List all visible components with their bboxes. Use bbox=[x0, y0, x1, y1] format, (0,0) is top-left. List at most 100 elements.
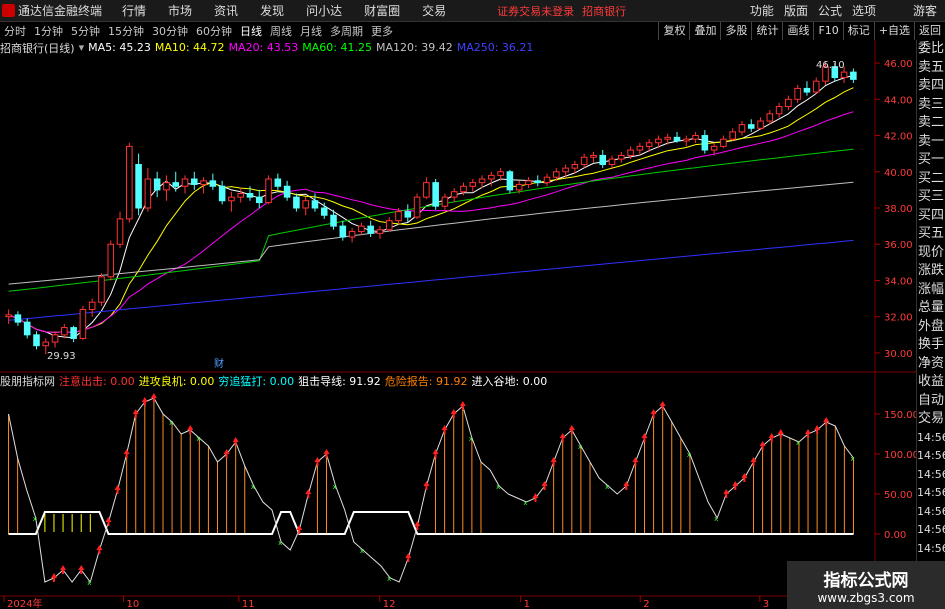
draw-line-button[interactable]: 画线 bbox=[782, 22, 813, 40]
menu-layout[interactable]: 版面 bbox=[784, 2, 808, 19]
attack-arrow-icon bbox=[568, 425, 575, 434]
sidebar-item-17[interactable]: 净资 bbox=[917, 355, 945, 374]
candle-body bbox=[107, 243, 115, 278]
candle-body bbox=[23, 321, 31, 336]
ind-axis-label: 0.00 bbox=[884, 530, 906, 541]
period-weekly[interactable]: 周线 bbox=[270, 23, 292, 39]
sidebar-item-12[interactable]: 涨跌 bbox=[917, 262, 945, 281]
broker-name[interactable]: 招商银行 bbox=[582, 3, 626, 19]
sidebar-item-0[interactable]: 委比 bbox=[917, 40, 945, 59]
period-30min[interactable]: 30分钟 bbox=[152, 23, 188, 39]
period-monthly[interactable]: 月线 bbox=[300, 23, 322, 39]
indicator-item-danger: 危险报告: 91.92 bbox=[384, 374, 468, 388]
sidebar-item-18[interactable]: 收益 bbox=[917, 373, 945, 392]
sidebar-item-21[interactable]: 14:56 bbox=[917, 429, 945, 448]
chart-area[interactable]: x x x x x x x x x x x x x x x x x x 46.00 44.00 42.00 40.00 3… bbox=[0, 40, 917, 609]
attack-arrow-icon bbox=[805, 429, 812, 438]
sidebar-item-26[interactable]: 14:56 bbox=[917, 521, 945, 540]
menu-ask[interactable]: 问小达 bbox=[306, 2, 342, 19]
sidebar-item-27[interactable]: 14:56 bbox=[917, 540, 945, 559]
sidebar-item-15[interactable]: 外盘 bbox=[917, 318, 945, 337]
attack-arrow-icon bbox=[768, 433, 775, 442]
menu-formula[interactable]: 公式 bbox=[818, 2, 842, 19]
candle-body bbox=[766, 113, 774, 122]
sidebar-item-14[interactable]: 总量 bbox=[917, 299, 945, 318]
sidebar-item-2[interactable]: 卖四 bbox=[917, 77, 945, 96]
indicator-item-valley: 进入谷地: 0.00 bbox=[471, 374, 548, 388]
finance-marker[interactable]: 财 bbox=[214, 357, 224, 370]
sidebar-item-9[interactable]: 买四 bbox=[917, 207, 945, 226]
indicator-name[interactable]: 股朋指标网 bbox=[0, 373, 55, 389]
sidebar-item-6[interactable]: 买一 bbox=[917, 151, 945, 170]
menu-options[interactable]: 选项 bbox=[852, 2, 876, 19]
sidebar-item-8[interactable]: 买三 bbox=[917, 188, 945, 207]
sidebar-item-19[interactable]: 自动 bbox=[917, 392, 945, 411]
ind-axis-label: 150.00 bbox=[884, 410, 917, 421]
sidebar-item-3[interactable]: 卖三 bbox=[917, 96, 945, 115]
attack-arrow-icon bbox=[814, 425, 821, 434]
period-60min[interactable]: 60分钟 bbox=[196, 23, 232, 39]
candle-body bbox=[33, 334, 40, 347]
back-button[interactable]: 返回 bbox=[914, 22, 945, 40]
legend-dropdown-icon[interactable]: ▾ bbox=[79, 41, 85, 54]
candle-body bbox=[218, 185, 226, 202]
menu-trade[interactable]: 交易 bbox=[422, 2, 446, 19]
adjust-button[interactable]: 复权 bbox=[658, 22, 689, 40]
sidebar-item-7[interactable]: 买二 bbox=[917, 170, 945, 189]
sidebar-item-4[interactable]: 卖二 bbox=[917, 114, 945, 133]
f10-button[interactable]: F10 bbox=[813, 22, 842, 40]
sidebar-item-16[interactable]: 换手 bbox=[917, 336, 945, 355]
statistics-button[interactable]: 统计 bbox=[751, 22, 782, 40]
cross-marker-icon: x bbox=[387, 575, 391, 583]
candle-body bbox=[358, 225, 365, 233]
period-more[interactable]: 更多 bbox=[371, 23, 393, 39]
candle-body bbox=[144, 178, 152, 209]
period-1min[interactable]: 1分钟 bbox=[34, 23, 63, 39]
indicator-item-pursue: 穷追猛打: 0.00 bbox=[218, 374, 295, 388]
period-multi[interactable]: 多周期 bbox=[330, 23, 363, 39]
time-axis-label: 2 bbox=[643, 599, 649, 609]
sidebar-item-11[interactable]: 现价 bbox=[917, 244, 945, 263]
time-axis-label: 1 bbox=[524, 599, 530, 609]
candle-body bbox=[116, 218, 124, 245]
guest-user[interactable]: 游客 bbox=[913, 2, 937, 19]
sidebar-item-13[interactable]: 涨幅 bbox=[917, 281, 945, 300]
menu-discover[interactable]: 发现 bbox=[260, 2, 284, 19]
overlay-button[interactable]: 叠加 bbox=[689, 22, 720, 40]
candle-body bbox=[385, 220, 393, 231]
menu-quotes[interactable]: 行情 bbox=[122, 2, 146, 19]
sidebar-item-23[interactable]: 14:56 bbox=[917, 466, 945, 485]
candle-body bbox=[729, 131, 736, 140]
sidebar-item-20[interactable]: 交易 bbox=[917, 410, 945, 429]
high-label: 46.10 bbox=[816, 60, 845, 71]
period-daily[interactable]: 日线 bbox=[240, 23, 262, 39]
mark-button[interactable]: 标记 bbox=[842, 22, 874, 40]
sidebar-item-25[interactable]: 14:56 bbox=[917, 503, 945, 522]
period-tick[interactable]: 分时 bbox=[4, 23, 26, 39]
candle-body bbox=[302, 200, 309, 209]
candle-body bbox=[126, 145, 133, 220]
sidebar-item-10[interactable]: 买五 bbox=[917, 225, 945, 244]
candle-body bbox=[367, 225, 374, 234]
add-watchlist-button[interactable]: +自选 bbox=[873, 22, 914, 40]
sidebar-item-1[interactable]: 卖五 bbox=[917, 59, 945, 78]
stock-name[interactable]: 招商银行(日线) bbox=[0, 40, 75, 56]
cross-marker-icon: x bbox=[33, 515, 37, 523]
attack-arrow-icon bbox=[777, 429, 784, 438]
multi-stock-button[interactable]: 多股 bbox=[720, 22, 751, 40]
menu-wealth[interactable]: 财富圈 bbox=[364, 2, 400, 19]
menu-function[interactable]: 功能 bbox=[750, 2, 774, 19]
menu-market[interactable]: 市场 bbox=[168, 2, 192, 19]
price-axis-label: 34.00 bbox=[884, 276, 913, 287]
cross-marker-icon: x bbox=[251, 483, 255, 491]
sidebar-item-24[interactable]: 14:56 bbox=[917, 484, 945, 503]
sidebar-item-5[interactable]: 卖一 bbox=[917, 133, 945, 152]
app-logo-icon bbox=[2, 4, 15, 17]
menu-news[interactable]: 资讯 bbox=[214, 2, 238, 19]
sidebar-item-22[interactable]: 14:56 bbox=[917, 447, 945, 466]
login-warning[interactable]: 证券交易未登录 bbox=[497, 3, 574, 19]
attack-arrow-icon bbox=[423, 481, 430, 490]
ma10-value: MA10: 44.72 bbox=[154, 41, 225, 54]
period-15min[interactable]: 15分钟 bbox=[108, 23, 144, 39]
period-5min[interactable]: 5分钟 bbox=[71, 23, 100, 39]
